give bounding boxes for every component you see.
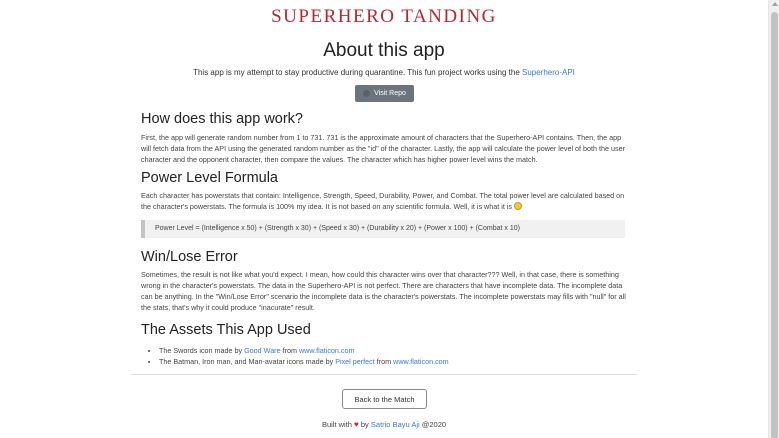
section-body-text: Each character has powerstats that conta… <box>141 191 625 211</box>
footer: Built with ♥ by Satrio Bayu Aji @2020 <box>0 420 768 429</box>
list-item-text: The Swords icon made by <box>159 346 245 355</box>
footer-prefix: Built with <box>321 420 355 429</box>
section-heading: Win/Lose Error <box>141 249 238 265</box>
vertical-scrollbar[interactable] <box>768 0 779 438</box>
formula-blockquote: Power Level = (Intelligence x 50) + (Str… <box>141 220 625 238</box>
github-icon <box>363 90 371 97</box>
section-heading: The Assets This App Used <box>141 322 311 338</box>
list-item: The Batman, Iron man, and Man-avatar ico… <box>159 356 627 367</box>
section-assets: The Assets This App Used The Swords icon… <box>141 321 627 367</box>
good-ware-link[interactable]: Good Ware <box>244 346 281 355</box>
back-to-match-button[interactable]: Back to the Match <box>342 389 427 409</box>
brand-title[interactable]: SUPERHERO TANDING <box>0 6 768 28</box>
section-heading: How does this app work? <box>141 111 303 127</box>
section-body: First, the app will generate random numb… <box>141 133 626 164</box>
section-power-formula: Power Level Formula Each character has p… <box>141 169 627 212</box>
about-description: This app is my attempt to stay productiv… <box>0 68 768 77</box>
about-page: SUPERHERO TANDING About this app This ap… <box>0 0 768 438</box>
section-body: Each character has powerstats that conta… <box>141 190 627 212</box>
visit-repo-button[interactable]: Visit Repo <box>355 85 414 102</box>
divider <box>131 374 637 375</box>
grimace-emoji-icon <box>514 202 523 210</box>
section-body: Sometimes, the result is not like what y… <box>141 270 626 312</box>
footer-year: @2020 <box>419 420 447 429</box>
section-heading: Power Level Formula <box>141 170 278 186</box>
flaticon-link[interactable]: www.flaticon.com <box>393 357 449 366</box>
flaticon-link[interactable]: www.flaticon.com <box>299 346 355 355</box>
about-text: This app is my attempt to stay productiv… <box>193 68 522 77</box>
section-how-it-works: How does this app work? First, the app w… <box>141 110 627 165</box>
list-item-text: The Batman, Iron man, and Man-avatar ico… <box>159 357 336 366</box>
superhero-api-link[interactable]: Superhero-API <box>522 68 575 77</box>
scrollbar-thumb[interactable] <box>771 12 778 438</box>
assets-list: The Swords icon made by Good Ware from w… <box>159 345 627 367</box>
visit-repo-label: Visit Repo <box>374 90 406 97</box>
author-link[interactable]: Satrio Bayu Aji <box>371 420 420 429</box>
scroll-up-arrow-icon[interactable] <box>772 2 778 6</box>
list-item-text: from <box>280 346 299 355</box>
list-item: The Swords icon made by Good Ware from w… <box>159 345 627 356</box>
page-title: About this app <box>323 40 445 61</box>
pixel-perfect-link[interactable]: Pixel perfect <box>335 357 375 366</box>
list-item-text: from <box>374 357 394 366</box>
section-win-lose-error: Win/Lose Error Sometimes, the result is … <box>141 248 627 313</box>
footer-by: by <box>358 420 371 429</box>
